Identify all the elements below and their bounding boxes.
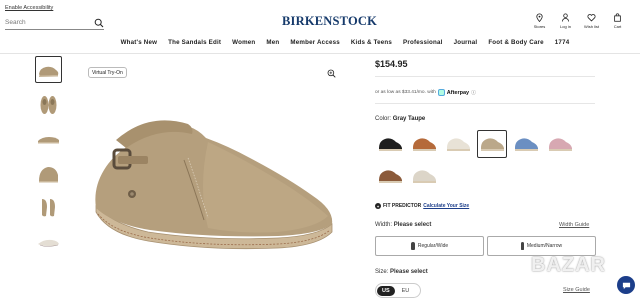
thumbnail-side[interactable] [35, 56, 62, 83]
stores-label: Stores [533, 24, 546, 29]
nav-foot-body-care[interactable]: Foot & Body Care [488, 39, 543, 46]
shoe-angled-thumbnail [39, 166, 58, 182]
thumbnail-list [35, 56, 63, 263]
width-option-label: Medium/Narrow [526, 243, 563, 249]
brand-logo[interactable]: BIRKENSTOCK [282, 14, 377, 29]
size-prompt: Please select [390, 269, 428, 275]
stores-link[interactable]: Stores [531, 13, 548, 29]
color-swatch-pink[interactable] [545, 130, 575, 158]
size-label-prefix: Size: [375, 269, 389, 275]
bazar-watermark: BAZAR [531, 254, 606, 276]
width-regular-wide-button[interactable]: Regular/Wide [375, 236, 484, 256]
thumbnail-sole[interactable] [35, 229, 62, 256]
afterpay-text: or as low as $33.41/mo. with [375, 90, 436, 95]
thumbnail-back-pair[interactable] [35, 194, 62, 221]
wide-foot-icon [410, 242, 415, 250]
fit-predictor-icon: ✦ [375, 203, 381, 209]
selected-color: Gray Taupe [392, 116, 426, 122]
color-swatch-blue[interactable] [511, 130, 541, 158]
unit-eu-button[interactable]: EU [397, 286, 415, 296]
zoom-in-icon[interactable] [327, 69, 336, 78]
color-swatch-gray-taupe[interactable] [477, 130, 507, 158]
thumbnail-top-pair[interactable] [35, 91, 62, 118]
thumbnail-low-side[interactable] [35, 125, 62, 152]
search-bar[interactable] [5, 16, 104, 30]
cart-label: Cart [613, 24, 622, 29]
swatch-shoe-image [446, 138, 470, 151]
nav-whats-new[interactable]: What's New [121, 39, 157, 46]
wishlist-link[interactable]: Wish list [583, 13, 600, 29]
width-medium-narrow-button[interactable]: Medium/Narrow [487, 236, 596, 256]
size-unit-toggle: US EU [375, 283, 421, 298]
size-label: Size: Please select [375, 269, 428, 275]
enable-accessibility-link[interactable]: Enable Accessibility [5, 5, 53, 11]
narrow-foot-icon [520, 242, 524, 250]
nav-kids-teens[interactable]: Kids & Teens [351, 39, 392, 46]
width-prompt: Please select [393, 222, 432, 228]
wishlist-label: Wish list [584, 24, 599, 29]
color-swatch-mocha[interactable] [375, 162, 405, 190]
info-icon[interactable]: ⓘ [471, 89, 476, 96]
color-swatch-black[interactable] [375, 130, 405, 158]
product-price: $154.95 [375, 59, 408, 69]
swatch-shoe-image [378, 170, 402, 183]
nav-professional[interactable]: Professional [403, 39, 443, 46]
chat-icon [622, 282, 630, 289]
login-link[interactable]: Log in [557, 13, 574, 29]
afterpay-divider [375, 103, 595, 104]
nav-men[interactable]: Men [266, 39, 279, 46]
shoe-back-thumbnail [42, 199, 55, 217]
nav-women[interactable]: Women [232, 39, 255, 46]
cart-link[interactable]: Cart [609, 13, 626, 29]
bag-icon [614, 13, 621, 22]
thumbnail-angled[interactable] [35, 160, 62, 187]
header-divider [0, 53, 640, 54]
location-pin-icon [536, 13, 543, 22]
color-swatch-stone[interactable] [409, 162, 439, 190]
swatch-shoe-image [378, 138, 402, 151]
afterpay-info: or as low as $33.41/mo. with Afterpay ⓘ [375, 89, 476, 96]
main-nav: What's New The Sandals Edit Women Men Me… [0, 39, 640, 46]
swatch-shoe-image [412, 138, 436, 151]
fit-predictor-label: FIT PREDICTOR [383, 203, 422, 209]
afterpay-logo-icon [437, 89, 445, 96]
width-guide-link[interactable]: Width Guide [559, 222, 589, 228]
color-swatch-cognac[interactable] [409, 130, 439, 158]
heart-icon [587, 14, 596, 22]
nav-sandals-edit[interactable]: The Sandals Edit [168, 39, 221, 46]
shoe-sole-thumbnail [38, 239, 59, 247]
utility-nav: Stores Log in Wish list Cart [531, 13, 626, 29]
shoe-low-thumbnail [38, 137, 59, 144]
swatch-shoe-image [480, 138, 504, 151]
login-label: Log in [560, 24, 571, 29]
width-option-label: Regular/Wide [417, 243, 449, 249]
color-swatch-eggshell[interactable] [443, 130, 473, 158]
chat-button[interactable] [617, 276, 635, 294]
unit-us-button[interactable]: US [377, 285, 395, 296]
calculate-size-link[interactable]: Calculate Your Size [423, 203, 469, 209]
shoe-side-thumbnail [39, 66, 59, 77]
search-icon[interactable] [94, 18, 104, 28]
price-divider [375, 76, 595, 77]
swatch-shoe-image [412, 170, 436, 183]
width-label-prefix: Width: [375, 222, 393, 228]
nav-1774[interactable]: 1774 [555, 39, 570, 46]
swatch-shoe-image [514, 138, 538, 151]
color-swatches [375, 130, 605, 190]
search-input[interactable] [5, 19, 91, 26]
color-label-prefix: Color: [375, 116, 392, 122]
width-label: Width: Please select [375, 222, 431, 228]
width-options: Regular/Wide Medium/Narrow [375, 236, 596, 256]
user-icon [561, 13, 570, 22]
swatch-shoe-image [548, 138, 572, 151]
shoe-top-thumbnail [40, 95, 57, 114]
nav-member-access[interactable]: Member Access [290, 39, 340, 46]
size-guide-link[interactable]: Size Guide [563, 287, 590, 293]
virtual-tryon-button[interactable]: Virtual Try-On [88, 67, 127, 78]
nav-journal[interactable]: Journal [454, 39, 478, 46]
color-label: Color: Gray Taupe [375, 116, 425, 122]
fit-predictor: ✦ FIT PREDICTOR Calculate Your Size [375, 203, 469, 209]
product-image[interactable] [88, 108, 338, 253]
afterpay-brand: Afterpay [446, 89, 470, 96]
